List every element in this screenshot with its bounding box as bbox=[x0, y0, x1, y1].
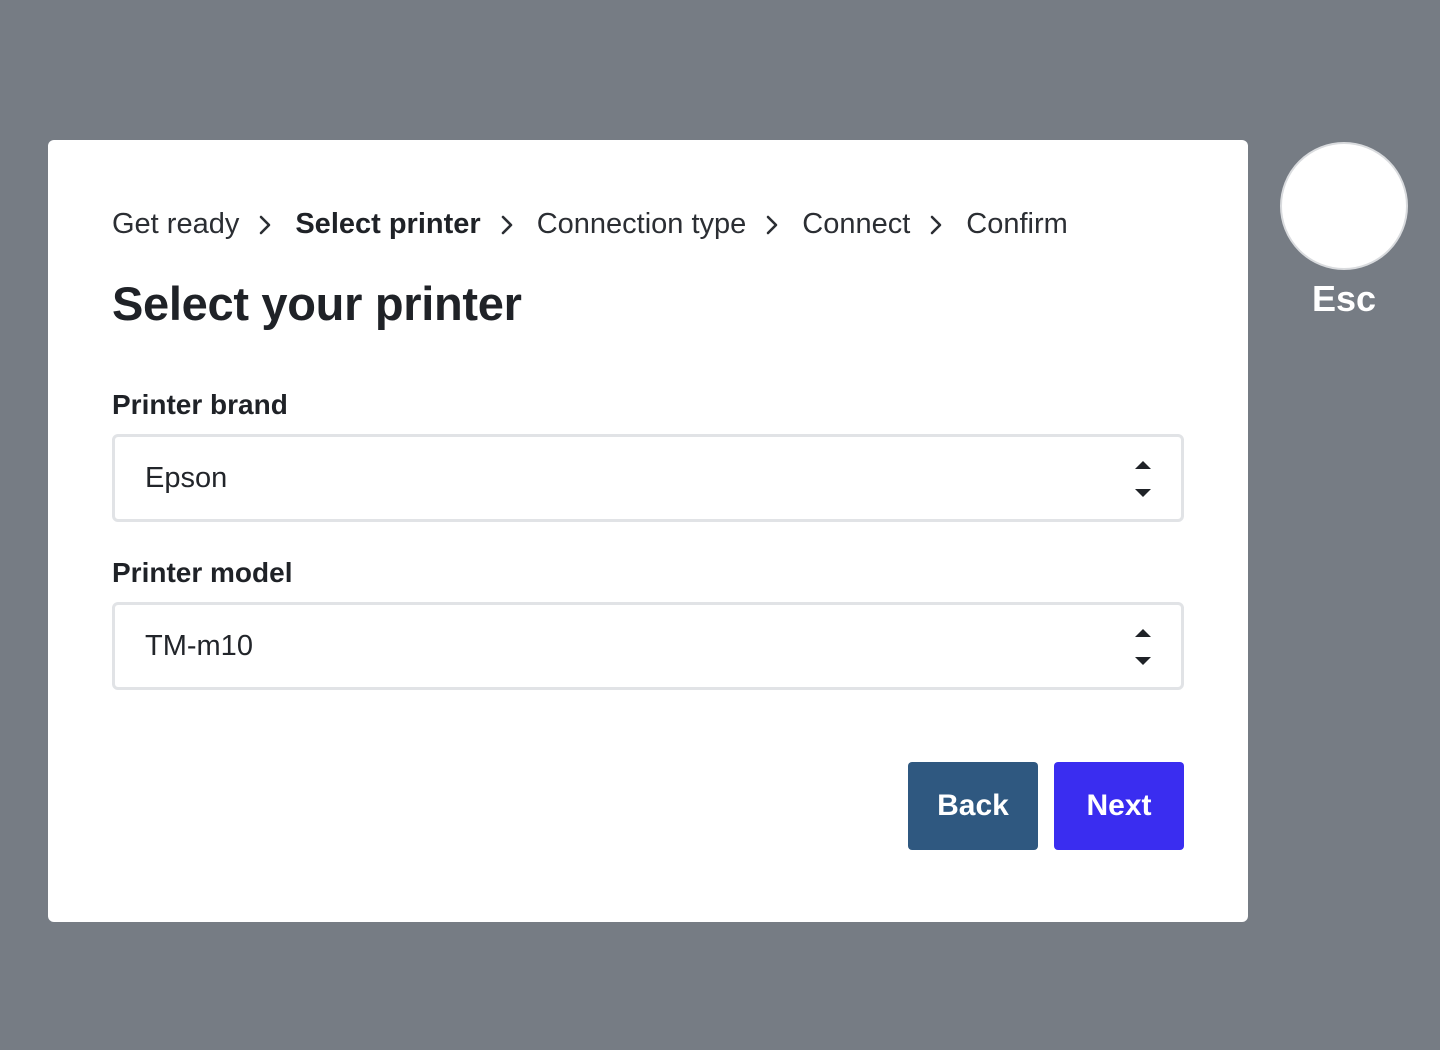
printer-brand-label: Printer brand bbox=[112, 389, 288, 420]
escape-control[interactable]: Esc bbox=[1280, 142, 1408, 320]
printer-model-label: Printer model bbox=[112, 557, 293, 588]
printer-brand-select[interactable]: Epson bbox=[112, 434, 1184, 522]
printer-model-select[interactable]: TM-m10 bbox=[112, 602, 1184, 690]
up-down-arrows-icon bbox=[1133, 457, 1153, 501]
escape-label: Esc bbox=[1311, 278, 1377, 319]
breadcrumb-step-connection-type: Connection type bbox=[536, 207, 747, 240]
breadcrumb: Get ready Select printer Connection type… bbox=[112, 204, 1068, 244]
breadcrumb-step-get-ready: Get ready bbox=[112, 207, 240, 240]
next-button[interactable]: Next bbox=[1054, 762, 1184, 850]
printer-brand-value: Epson bbox=[145, 461, 228, 494]
breadcrumb-step-confirm: Confirm bbox=[966, 207, 1068, 240]
chevron-right-icon bbox=[910, 204, 966, 244]
page-title: Select your printer bbox=[112, 277, 522, 330]
back-button[interactable]: Back bbox=[908, 762, 1038, 850]
escape-button[interactable] bbox=[1280, 142, 1408, 270]
chevron-right-icon bbox=[746, 204, 802, 244]
breadcrumb-step-select-printer: Select printer bbox=[295, 207, 481, 240]
up-down-arrows-icon bbox=[1133, 625, 1153, 669]
chevron-right-icon bbox=[239, 204, 295, 244]
breadcrumb-step-connect: Connect bbox=[802, 207, 911, 240]
printer-setup-dialog: Get ready Select printer Connection type… bbox=[48, 140, 1248, 922]
modal-backdrop: Get ready Select printer Connection type… bbox=[0, 0, 1440, 1050]
printer-model-value: TM-m10 bbox=[145, 629, 253, 662]
chevron-right-icon bbox=[481, 204, 537, 244]
